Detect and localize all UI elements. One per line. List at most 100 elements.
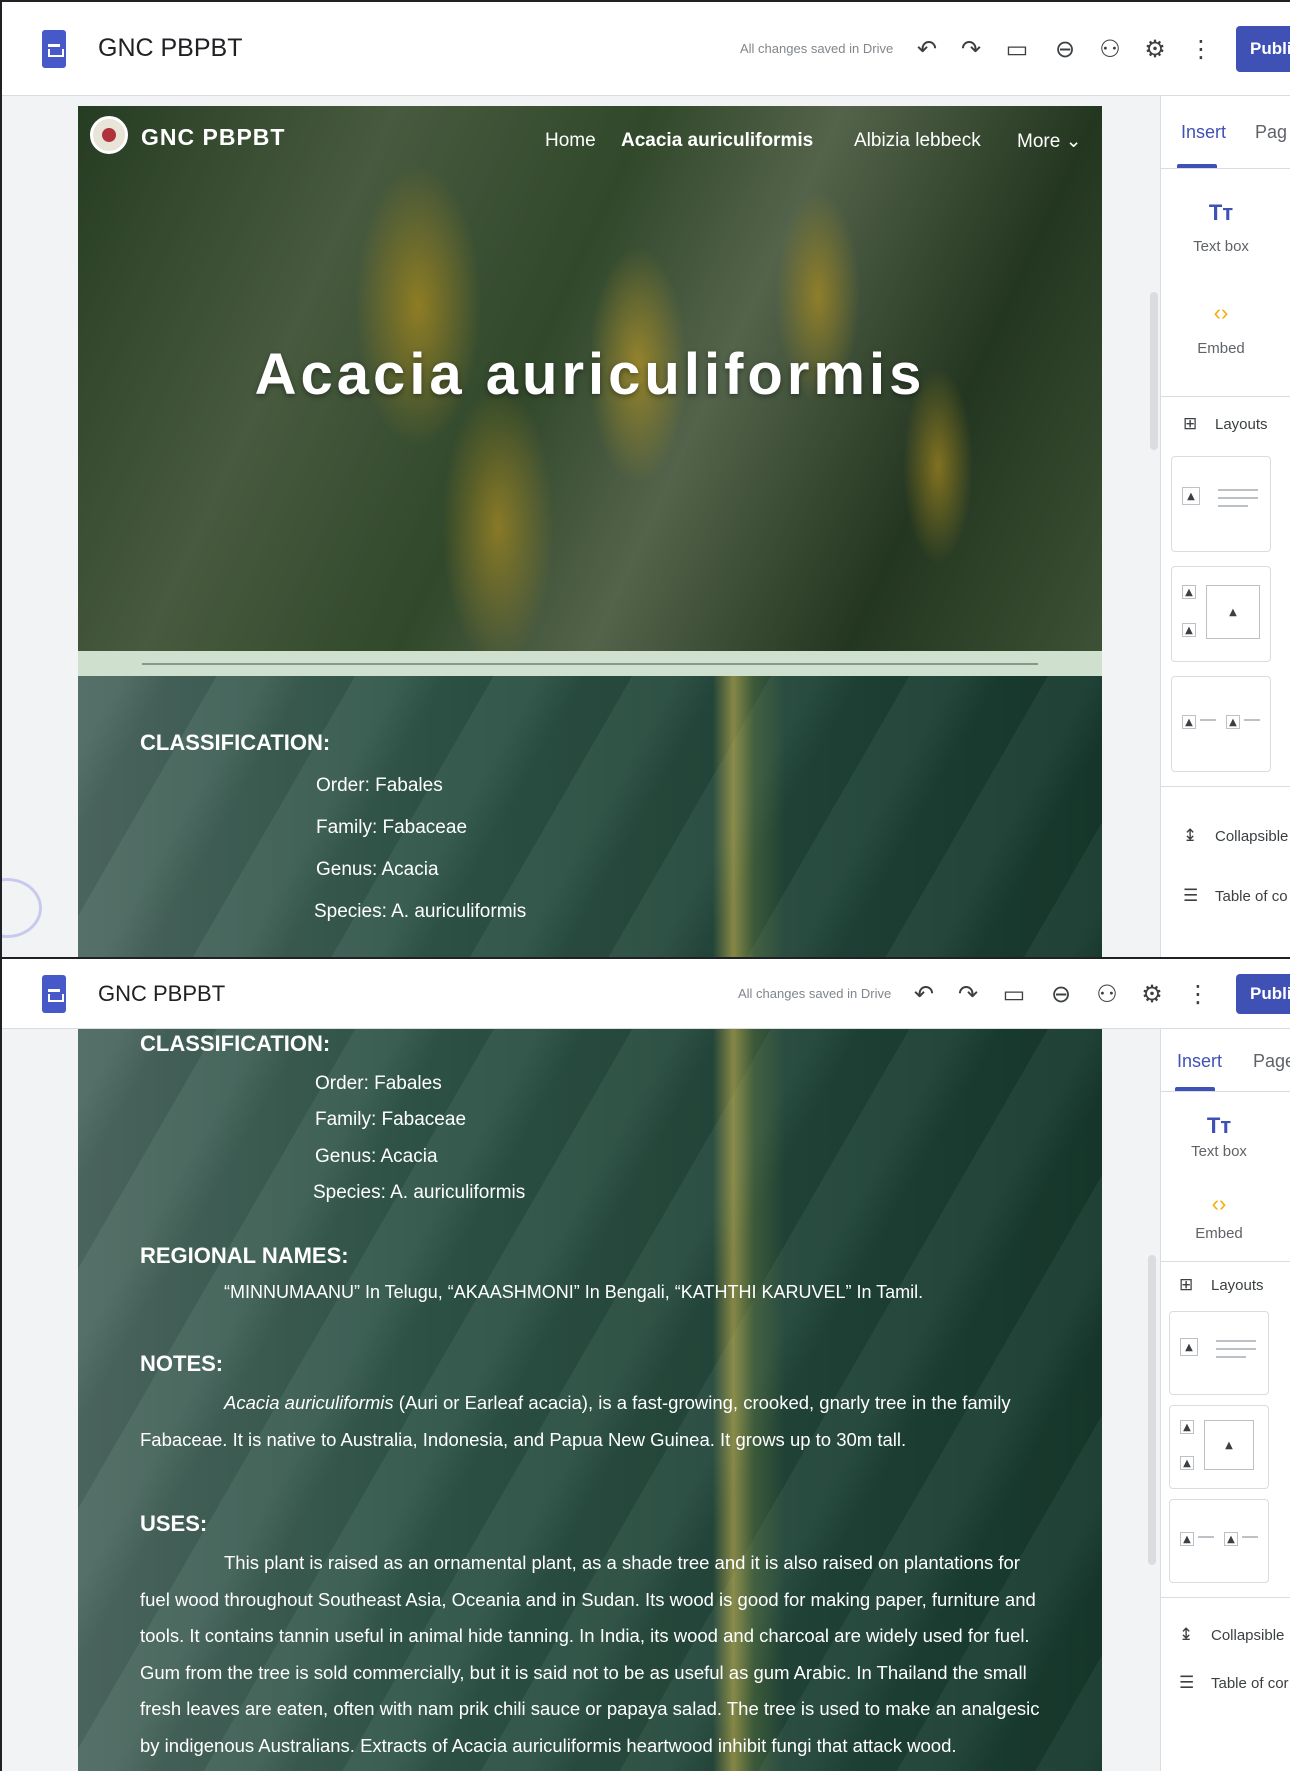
list-icon: ☰: [1183, 886, 1199, 906]
image-placeholder-icon: ▲: [1180, 1338, 1198, 1356]
share-icon[interactable]: ⚇: [1097, 35, 1123, 63]
site-name[interactable]: GNC PBPBT: [141, 124, 285, 151]
text-placeholder: [1216, 1348, 1256, 1350]
app-bar: GNC PBPBT All changes saved in Drive ↶ ↷…: [2, 2, 1290, 96]
settings-icon[interactable]: ⚙: [1139, 980, 1165, 1008]
layouts-icon: ⊞: [1179, 1275, 1194, 1295]
header-banner[interactable]: GNC PBPBT Home Acacia auriculiformis Alb…: [78, 106, 1102, 651]
image-placeholder-icon: ▲: [1180, 1420, 1194, 1434]
layouts-label: Layouts: [1215, 416, 1268, 433]
classification-genus: Genus: Acacia: [316, 859, 439, 880]
redo-icon[interactable]: ↷: [958, 35, 984, 63]
layout-option[interactable]: ▲ ▲ ▲: [1169, 1405, 1269, 1489]
collapsible-label: Collapsible: [1211, 1627, 1285, 1644]
layouts-icon: ⊞: [1183, 414, 1198, 434]
image-placeholder-icon: ▲: [1226, 715, 1240, 729]
classification-family: Family: Fabaceae: [315, 1109, 467, 1130]
text-box-icon[interactable]: Tт: [1169, 1113, 1269, 1139]
layouts-header[interactable]: ⊞ Layouts: [1179, 1275, 1264, 1295]
image-placeholder-icon: ▲: [1182, 487, 1200, 505]
publish-button[interactable]: Publish: [1236, 25, 1290, 72]
embed-icon[interactable]: ‹›: [1171, 300, 1271, 326]
image-placeholder-icon: ▲: [1182, 623, 1196, 637]
panel-separator: [1161, 1261, 1290, 1262]
uses-heading: USES:: [140, 1511, 208, 1536]
layouts-label: Layouts: [1211, 1277, 1264, 1294]
document-title[interactable]: GNC PBPBT: [98, 34, 242, 63]
notes-heading: NOTES:: [140, 1351, 224, 1376]
nav-albizia[interactable]: Albizia lebbeck: [854, 130, 981, 152]
tab-insert[interactable]: Insert: [1177, 1051, 1222, 1072]
classification-genus: Genus: Acacia: [315, 1146, 438, 1167]
layout-option[interactable]: ▲: [1169, 1311, 1269, 1395]
image-placeholder-icon: ▲: [1180, 1456, 1194, 1470]
content-section[interactable]: CLASSIFICATION: Order: Fabales Family: F…: [78, 1029, 1102, 1771]
layouts-header[interactable]: ⊞ Layouts: [1183, 414, 1268, 434]
layout-option[interactable]: ▲ ▲: [1171, 676, 1271, 772]
document-title[interactable]: GNC PBPBT: [98, 981, 225, 1007]
toc-label: Table of co: [1215, 888, 1288, 905]
embed-icon[interactable]: ‹›: [1169, 1191, 1269, 1217]
text-box-icon[interactable]: Tт: [1171, 200, 1271, 226]
image-placeholder-icon: ▲: [1182, 715, 1196, 729]
more-vert-icon[interactable]: ⋮: [1185, 980, 1211, 1008]
content-section[interactable]: CLASSIFICATION: Order: Fabales Family: F…: [78, 676, 1102, 957]
image-placeholder-icon: ▲: [1206, 585, 1260, 639]
nav-acacia[interactable]: Acacia auriculiformis: [621, 130, 813, 152]
link-icon[interactable]: ⊖: [1052, 35, 1078, 63]
page-canvas: GNC PBPBT Home Acacia auriculiformis Alb…: [78, 106, 1102, 957]
publish-button[interactable]: Publish: [1236, 973, 1290, 1014]
save-status: All changes saved in Drive: [740, 41, 894, 56]
nav-more[interactable]: More ⌄: [1017, 130, 1082, 153]
table-of-contents-item[interactable]: ☰ Table of cor: [1179, 1673, 1289, 1693]
layout-option[interactable]: ▲ ▲ ▲: [1171, 566, 1271, 662]
table-of-contents-item[interactable]: ☰ Table of co: [1183, 886, 1288, 906]
layout-option[interactable]: ▲ ▲: [1169, 1499, 1269, 1583]
panel-separator: [1161, 1091, 1290, 1092]
text-box-label[interactable]: Text box: [1171, 238, 1271, 255]
classification-heading: CLASSIFICATION:: [140, 730, 331, 755]
uses-paragraph: This plant is raised as an ornamental pl…: [140, 1545, 1040, 1764]
layout-option[interactable]: ▲: [1171, 456, 1271, 552]
classification-heading: CLASSIFICATION:: [140, 1031, 331, 1056]
undo-icon[interactable]: ↶: [914, 35, 940, 63]
share-icon[interactable]: ⚇: [1094, 980, 1120, 1008]
classification-order: Order: Fabales: [315, 1073, 442, 1094]
regional-names-text: “MINNUMAANU” In Telugu, “AKAASHMONI” In …: [224, 1282, 924, 1302]
collapsible-text-item[interactable]: ↨ Collapsible: [1183, 826, 1288, 846]
preview-icon[interactable]: ▭: [1001, 980, 1027, 1008]
redo-icon[interactable]: ↷: [955, 980, 981, 1008]
collapsible-text-item[interactable]: ↨ Collapsible: [1179, 1625, 1284, 1645]
image-placeholder-icon: ▲: [1182, 585, 1196, 599]
tab-insert[interactable]: Insert: [1181, 122, 1226, 143]
list-icon: ☰: [1179, 1673, 1195, 1693]
undo-icon[interactable]: ↶: [911, 980, 937, 1008]
tab-pages[interactable]: Page: [1253, 1051, 1290, 1072]
save-status: All changes saved in Drive: [738, 986, 892, 1001]
image-placeholder-icon: ▲: [1180, 1532, 1194, 1546]
panel-scrollbar[interactable]: [1150, 292, 1158, 450]
uses-text: This plant is raised as an ornamental pl…: [140, 1552, 1040, 1756]
text-placeholder: [1218, 505, 1248, 507]
panel-separator: [1161, 786, 1290, 787]
preview-icon[interactable]: ▭: [1004, 35, 1030, 63]
toc-label: Table of cor: [1211, 1675, 1289, 1692]
text-placeholder: [1198, 1536, 1214, 1538]
text-box-label[interactable]: Text box: [1169, 1143, 1269, 1160]
link-icon[interactable]: ⊖: [1048, 980, 1074, 1008]
notes-species-name: Acacia auriculiformis: [224, 1392, 394, 1413]
classification-family: Family: Fabaceae: [316, 817, 468, 838]
page-title[interactable]: Acacia auriculiformis: [78, 341, 1102, 408]
embed-label[interactable]: Embed: [1171, 340, 1271, 357]
nav-home[interactable]: Home: [545, 130, 596, 152]
panel-separator: [1161, 1597, 1290, 1598]
sites-logo-icon[interactable]: [42, 974, 66, 1013]
panel-scrollbar[interactable]: [1148, 1255, 1156, 1565]
tab-pages[interactable]: Pag: [1255, 122, 1287, 143]
classification-species: Species: A. auriculiformis: [313, 1182, 526, 1203]
settings-icon[interactable]: ⚙: [1142, 35, 1168, 63]
embed-label[interactable]: Embed: [1169, 1225, 1269, 1242]
more-vert-icon[interactable]: ⋮: [1188, 35, 1214, 63]
site-logo[interactable]: [90, 116, 128, 154]
sites-logo-icon[interactable]: [42, 29, 66, 68]
